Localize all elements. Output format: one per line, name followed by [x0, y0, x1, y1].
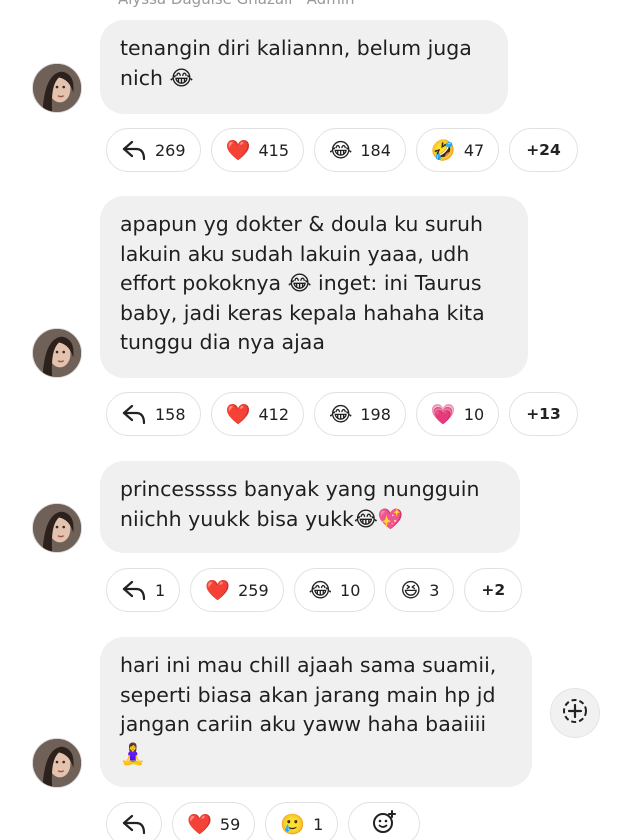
- reply-icon: [121, 579, 147, 601]
- reaction-heart[interactable]: ❤️ 412: [210, 392, 304, 436]
- reaction-growing-heart[interactable]: 💗 10: [415, 392, 500, 436]
- red-heart-icon: ❤️: [205, 578, 231, 602]
- reaction-count: 59: [219, 814, 241, 834]
- reply-button[interactable]: [106, 802, 162, 840]
- reply-count: 1: [155, 580, 166, 600]
- message-bubble[interactable]: princesssss banyak yang nungguin niichh …: [100, 461, 520, 553]
- message-bubble[interactable]: tenangin diri kaliannn, belum juga nich …: [100, 20, 508, 114]
- reaction-face-holding-tears[interactable]: 🥲 1: [265, 802, 339, 840]
- tears-of-joy-icon: 😂: [308, 578, 333, 602]
- growing-heart-icon: 💗: [430, 402, 456, 426]
- message-bubble[interactable]: apapun yg dokter & doula ku suruh lakuin…: [100, 196, 528, 378]
- reaction-tears-of-joy[interactable]: 😂 198: [314, 392, 406, 436]
- reaction-count: 3: [429, 580, 440, 600]
- reply-icon: [121, 139, 147, 161]
- dashed-plus-circle-icon: [560, 696, 590, 730]
- reaction-count: 1: [313, 814, 324, 834]
- add-reaction-button[interactable]: [348, 802, 421, 840]
- reply-icon: [121, 813, 147, 835]
- more-reactions-button[interactable]: +24: [509, 128, 578, 172]
- reactions-bar: 269 ❤️ 415 😂 184 🤣 47 +24: [106, 128, 578, 172]
- message-bubble[interactable]: hari ini mau chill ajaah sama suamii, se…: [100, 637, 532, 787]
- red-heart-icon: ❤️: [225, 138, 251, 162]
- reply-icon: [121, 403, 147, 425]
- reaction-count: 47: [463, 140, 485, 160]
- reaction-grinning-squint[interactable]: 😆 3: [385, 568, 455, 612]
- reply-count: 269: [155, 140, 186, 160]
- reaction-tears-of-joy[interactable]: 😂 184: [314, 128, 406, 172]
- reaction-rofl[interactable]: 🤣 47: [415, 128, 500, 172]
- message-text: apapun yg dokter & doula ku suruh lakuin…: [120, 212, 485, 354]
- reactions-bar: 158 ❤️ 412 😂 198 💗 10 +13: [106, 392, 578, 436]
- reaction-count: 259: [238, 580, 269, 600]
- reply-button[interactable]: 269: [106, 128, 201, 172]
- rofl-icon: 🤣: [430, 138, 456, 162]
- face-holding-tears-icon: 🥲: [280, 812, 306, 836]
- reply-count: 158: [155, 404, 186, 424]
- reaction-heart[interactable]: ❤️ 59: [172, 802, 256, 840]
- avatar[interactable]: [32, 503, 82, 553]
- reaction-count: 10: [340, 580, 361, 600]
- red-heart-icon: ❤️: [225, 402, 251, 426]
- more-reactions-button[interactable]: +13: [509, 392, 578, 436]
- reaction-count: 198: [360, 404, 391, 424]
- reply-button[interactable]: 1: [106, 568, 181, 612]
- reactions-bar: 1 ❤️ 259 😂 10 😆 3 +2: [106, 568, 523, 612]
- message-text: hari ini mau chill ajaah sama suamii, se…: [120, 653, 497, 766]
- add-reaction-icon: [371, 809, 397, 839]
- message-text: tenangin diri kaliannn, belum juga nich …: [120, 36, 472, 90]
- reactions-bar: ❤️ 59 🥲 1: [106, 802, 421, 840]
- reaction-heart[interactable]: ❤️ 415: [210, 128, 304, 172]
- reaction-tears-of-joy[interactable]: 😂 10: [293, 568, 376, 612]
- avatar[interactable]: [32, 328, 82, 378]
- reaction-heart[interactable]: ❤️ 259: [190, 568, 284, 612]
- sender-name: Alyssa Daguise Ghazali · Admin: [118, 0, 354, 8]
- grinning-squint-icon: 😆: [400, 578, 422, 602]
- reaction-count: 415: [258, 140, 289, 160]
- reply-button[interactable]: 158: [106, 392, 201, 436]
- reaction-count: 10: [463, 404, 485, 424]
- add-reaction-floating-button[interactable]: [550, 688, 600, 738]
- reaction-count: 184: [360, 140, 391, 160]
- more-reactions-button[interactable]: +2: [464, 568, 523, 612]
- tears-of-joy-icon: 😂: [329, 402, 353, 426]
- red-heart-icon: ❤️: [187, 812, 212, 836]
- message-text: princesssss banyak yang nungguin niichh …: [120, 477, 480, 531]
- tears-of-joy-icon: 😂: [329, 138, 353, 162]
- avatar[interactable]: [32, 738, 82, 788]
- reaction-count: 412: [258, 404, 289, 424]
- avatar[interactable]: [32, 63, 82, 113]
